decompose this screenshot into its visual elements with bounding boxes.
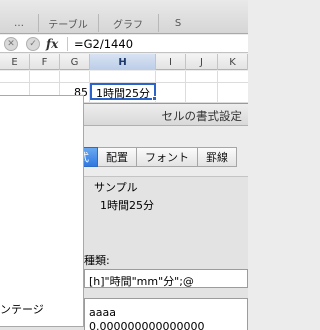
- column-header-row: E F G H I J K: [0, 54, 248, 70]
- cancel-icon[interactable]: ✕: [4, 37, 18, 51]
- tab-font[interactable]: フォント: [137, 147, 198, 167]
- cell-h-value: 1時間25分: [96, 87, 150, 100]
- type-label: 種類:: [84, 254, 110, 267]
- fill-handle[interactable]: [152, 96, 157, 101]
- grid-line: [217, 71, 218, 82]
- column-header-g[interactable]: G: [60, 54, 90, 70]
- column-header-j[interactable]: J: [186, 54, 218, 70]
- format-list-item[interactable]: 0.000000000000000_: [89, 320, 210, 330]
- column-header-k[interactable]: K: [218, 54, 248, 70]
- ribbon-tab-chart[interactable]: グラフ: [98, 12, 158, 34]
- format-code-input[interactable]: [h]"時間"mm"分";@: [84, 269, 248, 288]
- sample-label: サンプル: [94, 181, 138, 194]
- column-header-i[interactable]: I: [156, 54, 186, 70]
- formula-divider: [67, 37, 68, 51]
- format-list-item[interactable]: aaaa: [89, 306, 116, 319]
- column-header-h[interactable]: H: [90, 54, 156, 70]
- grid-line: [185, 71, 186, 82]
- column-header-e[interactable]: E: [0, 54, 30, 70]
- grid-line: [29, 71, 30, 82]
- format-code-list[interactable]: aaaa 0.000000000000000_: [84, 298, 248, 330]
- grid-line: [89, 71, 90, 82]
- sample-value: 1時間25分: [100, 199, 154, 212]
- ribbon-tab-partial[interactable]: …: [0, 12, 38, 34]
- column-header-f[interactable]: F: [30, 54, 60, 70]
- ribbon-tab-table[interactable]: テーブル: [38, 12, 98, 34]
- confirm-icon[interactable]: ✓: [26, 37, 40, 51]
- formula-bar: ✕ ✓ fx =G2/1440: [0, 35, 248, 53]
- sheet-row: [0, 71, 248, 83]
- grid-line: [217, 83, 218, 102]
- category-item-percentage[interactable]: ンテージ: [0, 301, 44, 317]
- category-list[interactable]: ンテージ: [0, 95, 84, 327]
- ribbon-tab-partial-right[interactable]: S: [158, 12, 198, 34]
- selected-cell-h[interactable]: 1時間25分: [90, 83, 156, 100]
- tab-alignment[interactable]: 配置: [98, 147, 137, 167]
- tab-border[interactable]: 罫線: [198, 147, 237, 167]
- function-icon[interactable]: fx: [46, 37, 58, 51]
- ribbon-tab-bar: … テーブル グラフ S: [0, 0, 248, 34]
- formula-input[interactable]: =G2/1440: [74, 37, 133, 51]
- grid-line: [155, 71, 156, 82]
- grid-line: [185, 83, 186, 102]
- grid-line: [59, 71, 60, 82]
- dialog-title: セルの書式設定: [161, 109, 243, 123]
